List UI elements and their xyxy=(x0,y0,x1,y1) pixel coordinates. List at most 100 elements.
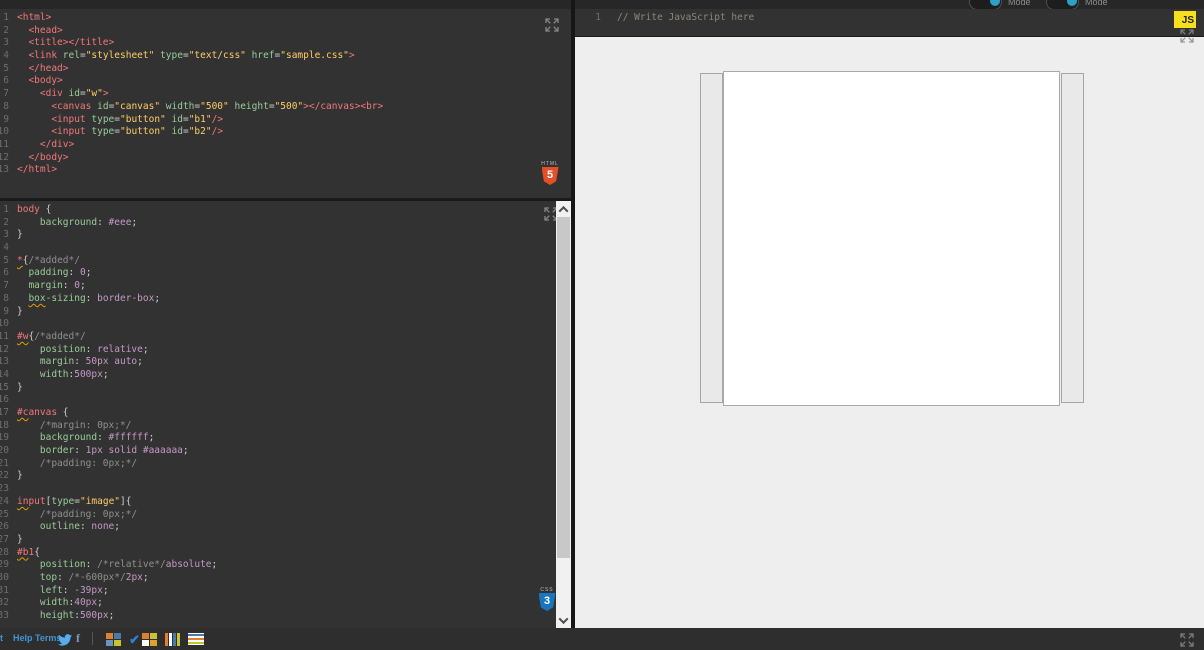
line-number: 8 xyxy=(0,293,9,306)
line-number: 13 xyxy=(0,356,9,369)
line-number: 9 xyxy=(0,306,9,319)
code-line[interactable]: 12 </body> xyxy=(0,152,571,165)
code-text: position: /*relative*/absolute; xyxy=(17,559,571,572)
code-line[interactable]: 13 </html> xyxy=(0,164,571,177)
code-line[interactable]: 20 border: 1px solid #aaaaaa; xyxy=(0,445,571,458)
sponsor-logo-1[interactable] xyxy=(106,633,121,646)
line-number: 11 xyxy=(0,139,9,152)
code-line[interactable]: 24input[type="image"]{ xyxy=(0,496,571,509)
code-line[interactable]: 29 position: /*relative*/absolute; xyxy=(0,559,571,572)
code-text: <body> xyxy=(17,75,571,88)
code-line[interactable]: 27} xyxy=(0,534,571,547)
code-line[interactable]: 25 /*padding: 0px;*/ xyxy=(0,509,571,522)
code-text: </html> xyxy=(17,164,571,177)
code-line[interactable]: 4 <link rel="stylesheet" type="text/css"… xyxy=(0,50,571,63)
html-code-area[interactable]: 1<html>2 <head>3 <title></title>4 <link … xyxy=(0,9,571,177)
facebook-icon[interactable]: f xyxy=(76,631,80,646)
code-line[interactable]: 7 <div id="w"> xyxy=(0,88,571,101)
toggle-label-2: Mode xyxy=(1085,0,1108,7)
scrollbar-thumb[interactable] xyxy=(557,217,570,558)
code-line[interactable]: 9 <input type="button" id="b1"/> xyxy=(0,114,571,127)
chevron-down-icon xyxy=(559,614,569,624)
code-line[interactable]: 15} xyxy=(0,382,571,395)
js-editor-panel[interactable]: 1// Write JavaScript here xyxy=(575,9,1204,38)
sponsor-logo-3[interactable] xyxy=(165,633,180,646)
code-text: #w{/*added*/ xyxy=(17,331,571,344)
js-code-area[interactable]: 1// Write JavaScript here xyxy=(575,9,1204,25)
expand-icon[interactable] xyxy=(1178,632,1196,648)
code-line[interactable]: 8 <canvas id="canvas" width="500" height… xyxy=(0,101,571,114)
code-line[interactable]: 26 outline: none; xyxy=(0,521,571,534)
code-line[interactable]: 16 xyxy=(0,394,571,407)
result-button-b2[interactable] xyxy=(1061,73,1084,403)
code-line[interactable]: 19 background: #ffffff; xyxy=(0,432,571,445)
footer-link-help[interactable]: Help xyxy=(13,633,33,643)
code-text: background: #ffffff; xyxy=(17,432,571,445)
html-editor-panel[interactable]: 1<html>2 <head>3 <title></title>4 <link … xyxy=(0,9,571,198)
code-line[interactable]: 14 width:500px; xyxy=(0,369,571,382)
code-text: body { xyxy=(17,204,571,217)
result-canvas[interactable] xyxy=(723,71,1060,406)
toggle-label-1: Mode xyxy=(1008,0,1031,7)
code-line[interactable]: 32 width:40px; xyxy=(0,597,571,610)
sponsor-logo-4[interactable] xyxy=(188,633,204,645)
sponsor-logo-2[interactable]: ✔ xyxy=(129,633,157,646)
code-line[interactable]: 1// Write JavaScript here xyxy=(575,12,1204,25)
code-text: <div id="w"> xyxy=(17,88,571,101)
code-line[interactable]: 31 left: -39px; xyxy=(0,585,571,598)
result-button-b1[interactable] xyxy=(700,73,723,403)
scroll-up-button[interactable] xyxy=(556,201,571,217)
code-line[interactable]: 5*{/*added*/ xyxy=(0,255,571,268)
scroll-down-button[interactable] xyxy=(556,612,571,628)
code-line[interactable]: 10 xyxy=(0,318,571,331)
line-number: 1 xyxy=(0,204,9,217)
code-line[interactable]: 6 <body> xyxy=(0,75,571,88)
line-number: 6 xyxy=(0,75,9,88)
code-line[interactable]: 3 <title></title> xyxy=(0,37,571,50)
code-line[interactable]: 11 #w{/*added*/ xyxy=(0,331,571,344)
code-line[interactable]: 22} xyxy=(0,470,571,483)
expand-icon[interactable] xyxy=(1178,28,1196,44)
code-line[interactable]: 9} xyxy=(0,306,571,319)
css-editor-panel[interactable]: 1 body {2 background: #eee;3}45*{/*added*… xyxy=(0,201,571,628)
code-line[interactable]: 1 body { xyxy=(0,204,571,217)
code-line[interactable]: 6 padding: 0; xyxy=(0,267,571,280)
code-line[interactable]: 2 <head> xyxy=(0,25,571,38)
code-line[interactable]: 7 margin: 0; xyxy=(0,280,571,293)
code-line[interactable]: 12 position: relative; xyxy=(0,344,571,357)
code-line[interactable]: 23 xyxy=(0,483,571,496)
twitter-icon[interactable] xyxy=(58,633,72,650)
code-line[interactable]: 33 height:500px; xyxy=(0,610,571,623)
line-number: 31 xyxy=(0,585,9,598)
code-line[interactable]: 17#canvas { xyxy=(0,407,571,420)
line-number: 22 xyxy=(0,470,9,483)
line-number: 20 xyxy=(0,445,9,458)
footer-bar: t Help Terms f ✔ xyxy=(0,628,1204,650)
code-line[interactable]: 21 /*padding: 0px;*/ xyxy=(0,458,571,471)
code-line[interactable]: 3} xyxy=(0,229,571,242)
code-line[interactable]: 18 /*margin: 0px;*/ xyxy=(0,420,571,433)
line-number: 13 xyxy=(0,164,9,177)
code-line[interactable]: 11 </div> xyxy=(0,139,571,152)
code-text: padding: 0; xyxy=(17,267,571,280)
code-line[interactable]: 8 box-sizing: border-box; xyxy=(0,293,571,306)
code-line[interactable]: 5 </head> xyxy=(0,63,571,76)
code-line[interactable]: 13 margin: 50px auto; xyxy=(0,356,571,369)
code-line[interactable]: 4 xyxy=(0,242,571,255)
code-text: } xyxy=(17,534,571,547)
footer-link-clipped[interactable]: t xyxy=(0,633,3,643)
css-code-area[interactable]: 1 body {2 background: #eee;3}45*{/*added*… xyxy=(0,201,571,623)
code-text: <link rel="stylesheet" type="text/css" h… xyxy=(17,50,571,63)
expand-icon[interactable] xyxy=(543,17,561,33)
code-line[interactable]: 2 background: #eee; xyxy=(0,217,571,230)
code-line[interactable]: 28#b1{ xyxy=(0,547,571,560)
code-text: /*padding: 0px;*/ xyxy=(17,509,571,522)
code-line[interactable]: 1<html> xyxy=(0,12,571,25)
code-playground-app: Mode Mode 1<html>2 <head>3 <title></titl… xyxy=(0,0,1204,650)
line-number: 32 xyxy=(0,597,9,610)
code-line[interactable]: 30 top: /*-600px*/2px; xyxy=(0,572,571,585)
line-number: 11 xyxy=(0,331,9,344)
css-scrollbar[interactable] xyxy=(556,201,571,628)
code-line[interactable]: 10 <input type="button" id="b2"/> xyxy=(0,126,571,139)
line-number: 10 xyxy=(0,126,9,139)
